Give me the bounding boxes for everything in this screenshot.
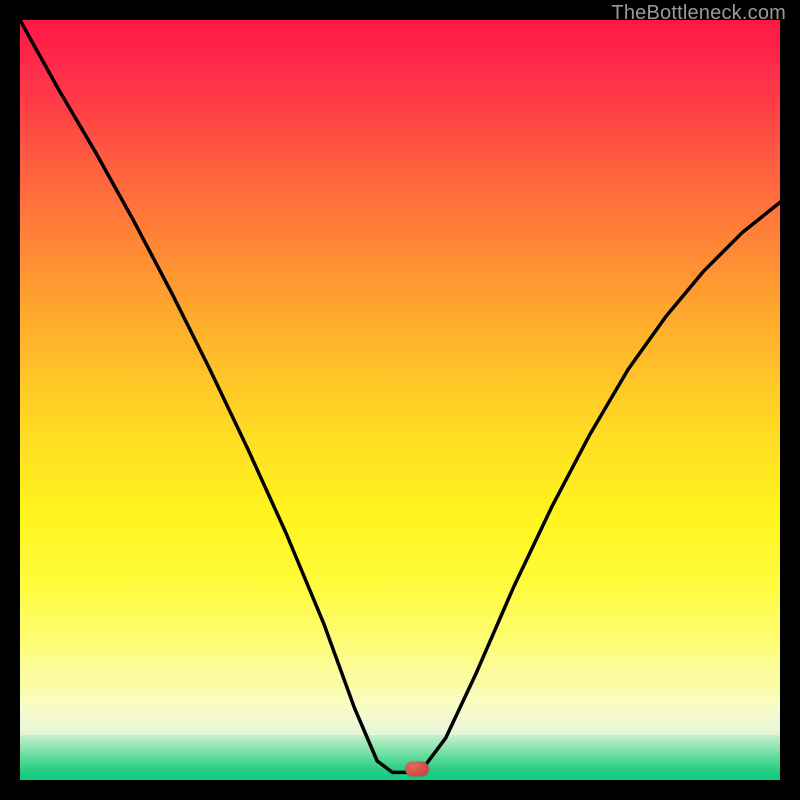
plot-area — [20, 20, 780, 780]
watermark-text: TheBottleneck.com — [611, 2, 786, 25]
bottleneck-curve — [20, 20, 780, 780]
selected-point-marker — [405, 761, 429, 776]
chart-frame: TheBottleneck.com — [0, 0, 800, 800]
